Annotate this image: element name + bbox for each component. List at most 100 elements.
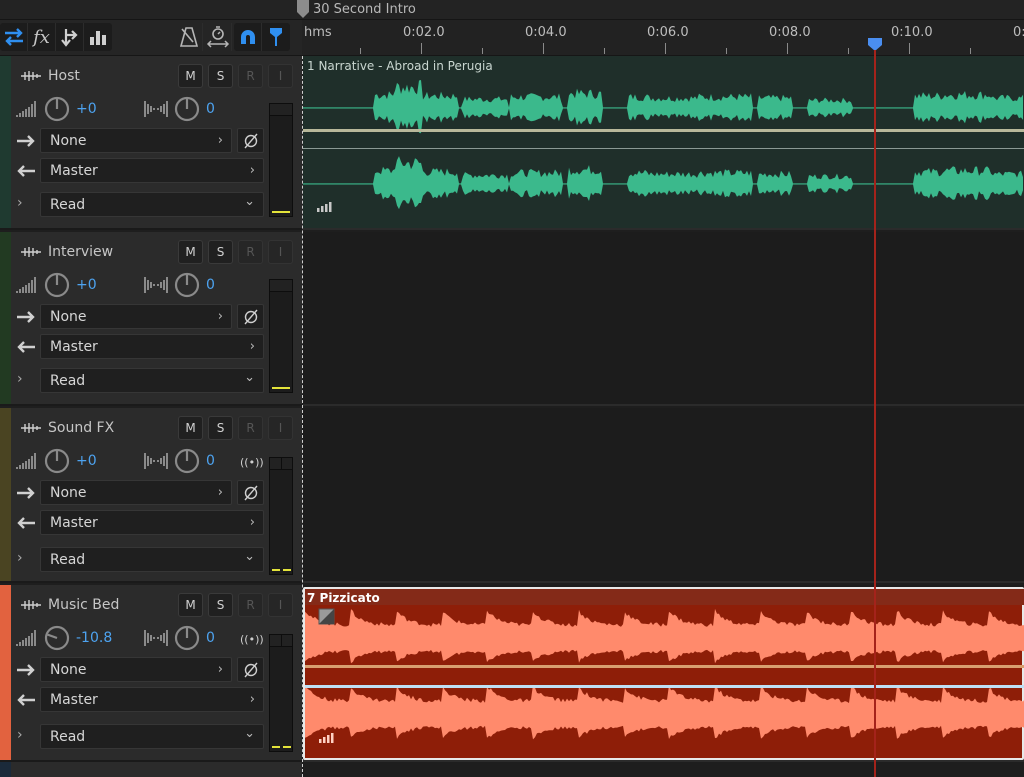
- pan-knob[interactable]: [174, 448, 200, 474]
- fade-handle-icon[interactable]: [318, 608, 335, 625]
- snap-button[interactable]: [234, 23, 262, 51]
- output-select[interactable]: Master ›: [40, 510, 264, 535]
- routing-button[interactable]: [56, 23, 84, 51]
- track-name[interactable]: Sound FX: [48, 420, 114, 436]
- metronome-button[interactable]: [175, 23, 203, 51]
- view-toggle-group: fx: [0, 23, 112, 51]
- solo-button[interactable]: S: [208, 240, 233, 264]
- pan-value[interactable]: 0: [206, 453, 215, 469]
- pan-icon: [144, 101, 168, 117]
- expand-automation-toggle[interactable]: ›: [17, 371, 23, 387]
- input-monitor-button[interactable]: I: [268, 593, 293, 617]
- audio-clip[interactable]: 7 Pizzicato: [303, 587, 1024, 760]
- clip-gain-icon[interactable]: [319, 733, 334, 743]
- mute-button[interactable]: M: [178, 240, 203, 264]
- automation-mode-value: Read: [50, 728, 86, 745]
- snap-group: [234, 23, 290, 51]
- marker-pin-icon: [270, 28, 282, 46]
- level-meter: [269, 457, 293, 575]
- input-arrow-icon: [17, 664, 35, 676]
- track-name[interactable]: Interview: [48, 244, 113, 260]
- record-arm-button[interactable]: R: [238, 593, 263, 617]
- track-color-strip[interactable]: [0, 232, 11, 404]
- mute-button[interactable]: M: [178, 416, 203, 440]
- expand-automation-toggle[interactable]: ›: [17, 195, 23, 211]
- multitrack-editor: 30 Second Intro fx hms 0:02.0 0:04.0 0:0…: [0, 0, 1024, 777]
- sequence-marker-icon[interactable]: [297, 0, 309, 18]
- swap-button[interactable]: [0, 23, 28, 51]
- phase-invert-button[interactable]: [237, 657, 264, 682]
- track-lane[interactable]: 7 Pizzicato: [303, 585, 1024, 762]
- track-lane[interactable]: [303, 232, 1024, 406]
- record-arm-button[interactable]: R: [238, 240, 263, 264]
- input-select[interactable]: None ›: [40, 304, 232, 329]
- volume-value[interactable]: +0: [76, 101, 134, 117]
- track-color-strip[interactable]: [0, 585, 11, 760]
- expand-automation-toggle[interactable]: ›: [17, 727, 23, 743]
- record-arm-button[interactable]: R: [238, 416, 263, 440]
- pan-value[interactable]: 0: [206, 630, 215, 646]
- input-monitor-button[interactable]: I: [268, 64, 293, 88]
- automation-mode-select[interactable]: Read ⌄: [40, 547, 264, 572]
- input-select[interactable]: None ›: [40, 128, 232, 153]
- input-value: None: [50, 484, 87, 501]
- pan-envelope-line[interactable]: [305, 685, 1024, 688]
- solo-button[interactable]: S: [208, 416, 233, 440]
- pan-knob[interactable]: [174, 272, 200, 298]
- levels-button[interactable]: [84, 23, 112, 51]
- expand-automation-toggle[interactable]: ›: [17, 550, 23, 566]
- volume-knob[interactable]: [44, 448, 70, 474]
- volume-knob[interactable]: [44, 272, 70, 298]
- phase-invert-button[interactable]: [237, 480, 264, 505]
- pan-knob[interactable]: [174, 96, 200, 122]
- automation-mode-select[interactable]: Read ⌄: [40, 192, 264, 217]
- track-lane[interactable]: [303, 408, 1024, 583]
- automation-mode-select[interactable]: Read ⌄: [40, 368, 264, 393]
- input-select[interactable]: None ›: [40, 657, 232, 682]
- pan-value[interactable]: 0: [206, 101, 215, 117]
- input-select[interactable]: None ›: [40, 480, 232, 505]
- record-arm-button[interactable]: R: [238, 64, 263, 88]
- chevron-right-icon: ›: [249, 692, 255, 707]
- volume-envelope-line[interactable]: [303, 129, 1024, 132]
- output-select[interactable]: Master ›: [40, 334, 264, 359]
- ruler-tick: [482, 48, 483, 54]
- clip-gain-icon[interactable]: [317, 202, 332, 212]
- volume-knob[interactable]: [44, 96, 70, 122]
- volume-value[interactable]: +0: [76, 277, 134, 293]
- marker-button[interactable]: [262, 23, 290, 51]
- solo-button[interactable]: S: [208, 64, 233, 88]
- time-stretch-button[interactable]: [204, 23, 232, 51]
- volume-value[interactable]: -10.8: [76, 630, 134, 646]
- input-monitor-button[interactable]: I: [268, 416, 293, 440]
- track-name[interactable]: Host: [48, 68, 80, 84]
- mute-button[interactable]: M: [178, 593, 203, 617]
- pan-value[interactable]: 0: [206, 277, 215, 293]
- phase-invert-button[interactable]: [237, 128, 264, 153]
- output-arrow-icon: [17, 341, 35, 353]
- mute-button[interactable]: M: [178, 64, 203, 88]
- output-select[interactable]: Master ›: [40, 158, 264, 183]
- volume-envelope-line[interactable]: [305, 665, 1024, 668]
- track-color-strip[interactable]: [0, 56, 11, 228]
- output-select[interactable]: Master ›: [40, 687, 264, 712]
- audio-clip[interactable]: 1 Narrative - Abroad in Perugia: [303, 56, 1024, 228]
- playhead-handle[interactable]: [867, 37, 883, 51]
- volume-knob[interactable]: [44, 625, 70, 651]
- solo-button[interactable]: S: [208, 593, 233, 617]
- playhead-line[interactable]: [874, 50, 876, 777]
- phase-invert-button[interactable]: [237, 304, 264, 329]
- pan-knob[interactable]: [174, 625, 200, 651]
- track-color-strip[interactable]: [0, 408, 11, 581]
- volume-value[interactable]: +0: [76, 453, 134, 469]
- time-ruler[interactable]: hms 0:02.0 0:04.0 0:06.0 0:08.0 0:10.0 0…: [302, 20, 1024, 56]
- automation-mode-select[interactable]: Read ⌄: [40, 724, 264, 749]
- pan-icon: [144, 453, 168, 469]
- effects-button[interactable]: fx: [28, 23, 56, 51]
- next-track-header: [0, 762, 302, 777]
- input-monitor-button[interactable]: I: [268, 240, 293, 264]
- waveform-channel-right: [305, 684, 1024, 740]
- track-name[interactable]: Music Bed: [48, 597, 119, 613]
- track-lane[interactable]: 1 Narrative - Abroad in Perugia: [303, 56, 1024, 230]
- chevron-right-icon: ›: [217, 309, 223, 324]
